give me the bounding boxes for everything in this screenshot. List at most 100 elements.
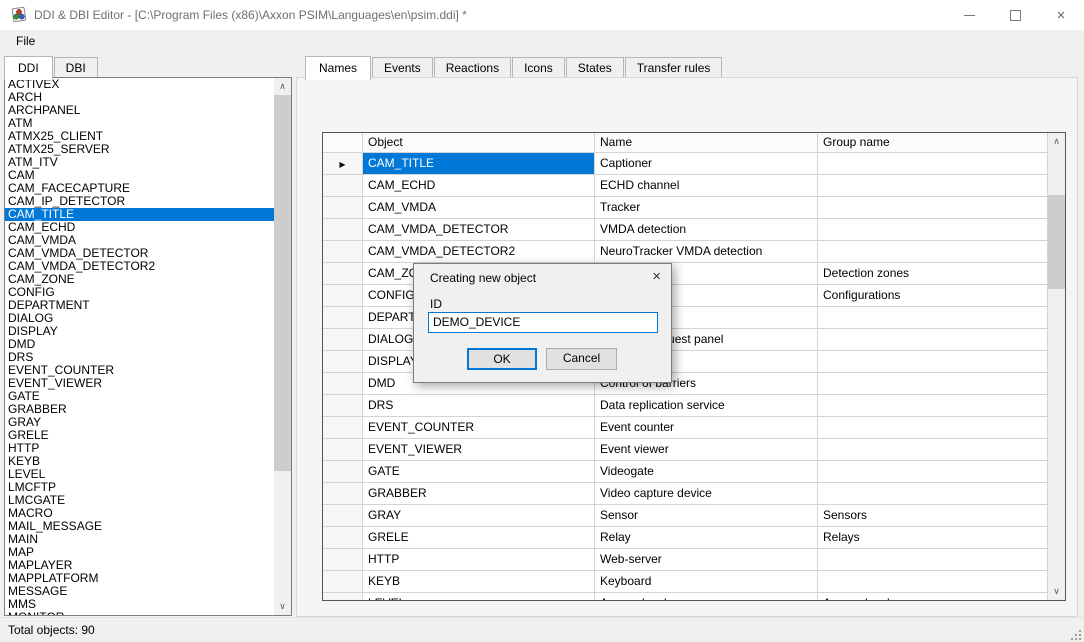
list-item[interactable]: ATM_ITV (5, 156, 291, 169)
tab-names[interactable]: Names (305, 56, 371, 80)
cell-name[interactable]: Relay (595, 527, 818, 549)
row-header[interactable] (323, 395, 363, 417)
menu-file[interactable]: File (0, 30, 44, 52)
list-item[interactable]: ARCHPANEL (5, 104, 291, 117)
row-header[interactable] (323, 439, 363, 461)
cell-name[interactable]: Access level (595, 593, 818, 600)
row-header[interactable] (323, 219, 363, 241)
list-item[interactable]: HTTP (5, 442, 291, 455)
grid-scrollbar-thumb[interactable] (1048, 195, 1065, 289)
list-item[interactable]: EVENT_VIEWER (5, 377, 291, 390)
cell-group[interactable] (818, 439, 1048, 461)
row-header[interactable]: ▶ (323, 153, 363, 175)
list-item[interactable]: KEYB (5, 455, 291, 468)
close-button[interactable]: × (1038, 0, 1084, 30)
cell-name[interactable]: Web-server (595, 549, 818, 571)
maximize-button[interactable] (992, 0, 1038, 30)
scroll-down-icon[interactable]: ∨ (1048, 583, 1065, 600)
row-header[interactable] (323, 373, 363, 395)
tab-transfer-rules[interactable]: Transfer rules (625, 57, 723, 78)
cell-group[interactable] (818, 351, 1048, 373)
table-row[interactable]: GATEVideogate (323, 461, 1048, 483)
row-header[interactable] (323, 263, 363, 285)
tab-states[interactable]: States (566, 57, 624, 78)
cancel-button[interactable]: Cancel (546, 348, 617, 370)
cell-group[interactable]: Access levels (818, 593, 1048, 600)
row-header[interactable] (323, 505, 363, 527)
cell-object[interactable]: DRS (363, 395, 595, 417)
table-row[interactable]: GRABBERVideo capture device (323, 483, 1048, 505)
cell-object[interactable]: GRELE (363, 527, 595, 549)
cell-group[interactable]: Relays (818, 527, 1048, 549)
table-row[interactable]: CAM_VMDA_DETECTOR2NeuroTracker VMDA dete… (323, 241, 1048, 263)
object-list[interactable]: ACTIVEXARCHARCHPANELATMATMX25_CLIENTATMX… (4, 77, 292, 616)
cell-group[interactable] (818, 329, 1048, 351)
list-scrollbar-thumb[interactable] (274, 95, 291, 471)
row-header[interactable] (323, 549, 363, 571)
cell-object[interactable]: EVENT_COUNTER (363, 417, 595, 439)
cell-group[interactable] (818, 373, 1048, 395)
list-item[interactable]: GRABBER (5, 403, 291, 416)
row-header[interactable] (323, 285, 363, 307)
row-header[interactable] (323, 197, 363, 219)
cell-object[interactable]: CAM_ECHD (363, 175, 595, 197)
cell-group[interactable] (818, 417, 1048, 439)
cell-name[interactable]: Event viewer (595, 439, 818, 461)
cell-group[interactable]: Configurations (818, 285, 1048, 307)
scroll-up-icon[interactable]: ∧ (1048, 133, 1065, 150)
cell-group[interactable] (818, 175, 1048, 197)
table-row[interactable]: HTTPWeb-server (323, 549, 1048, 571)
cell-group[interactable]: Detection zones (818, 263, 1048, 285)
row-header[interactable] (323, 175, 363, 197)
cell-name[interactable]: Captioner (595, 153, 818, 175)
cell-name[interactable]: Videogate (595, 461, 818, 483)
cell-object[interactable]: CAM_TITLE (363, 153, 595, 175)
table-row[interactable]: EVENT_COUNTEREvent counter (323, 417, 1048, 439)
list-item[interactable]: MAIN (5, 533, 291, 546)
tab-events[interactable]: Events (372, 57, 433, 78)
list-scrollbar[interactable]: ∧ ∨ (274, 78, 291, 615)
cell-name[interactable]: NeuroTracker VMDA detection (595, 241, 818, 263)
table-row[interactable]: DRSData replication service (323, 395, 1048, 417)
resize-grip-icon[interactable] (1071, 630, 1081, 640)
list-item[interactable]: DMD (5, 338, 291, 351)
cell-group[interactable] (818, 483, 1048, 505)
table-row[interactable]: CAM_VMDATracker (323, 197, 1048, 219)
table-row[interactable]: GRAYSensorSensors (323, 505, 1048, 527)
cell-object[interactable]: CAM_VMDA_DETECTOR (363, 219, 595, 241)
row-header[interactable] (323, 593, 363, 600)
row-header[interactable] (323, 241, 363, 263)
cell-name[interactable]: Event counter (595, 417, 818, 439)
cell-object[interactable]: EVENT_VIEWER (363, 439, 595, 461)
cell-group[interactable] (818, 241, 1048, 263)
list-item[interactable]: MONITOR (5, 611, 291, 616)
list-item[interactable]: GRELE (5, 429, 291, 442)
tab-dbi[interactable]: DBI (54, 57, 98, 78)
table-row[interactable]: KEYBKeyboard (323, 571, 1048, 593)
grid-scrollbar[interactable]: ∧ ∨ (1048, 133, 1065, 600)
column-header[interactable]: Name (595, 133, 818, 153)
cell-object[interactable]: GRABBER (363, 483, 595, 505)
cell-group[interactable]: Sensors (818, 505, 1048, 527)
cell-group[interactable] (818, 197, 1048, 219)
cell-group[interactable] (818, 571, 1048, 593)
row-header[interactable] (323, 527, 363, 549)
cell-object[interactable]: CAM_VMDA_DETECTOR2 (363, 241, 595, 263)
scroll-down-icon[interactable]: ∨ (274, 598, 291, 615)
column-header[interactable]: Group name (818, 133, 1048, 153)
cell-object[interactable]: CAM_VMDA (363, 197, 595, 219)
cell-object[interactable]: HTTP (363, 549, 595, 571)
cell-group[interactable] (818, 153, 1048, 175)
cell-name[interactable]: Tracker (595, 197, 818, 219)
table-row[interactable]: CAM_ECHDECHD channel (323, 175, 1048, 197)
table-row[interactable]: ▶CAM_TITLECaptioner (323, 153, 1048, 175)
cell-object[interactable]: GRAY (363, 505, 595, 527)
cell-group[interactable] (818, 395, 1048, 417)
list-item[interactable]: MAIL_MESSAGE (5, 520, 291, 533)
table-row[interactable]: CAM_VMDA_DETECTORVMDA detection (323, 219, 1048, 241)
cell-group[interactable] (818, 549, 1048, 571)
dialog-close-button[interactable]: × (652, 268, 661, 285)
tab-icons[interactable]: Icons (512, 57, 565, 78)
cell-object[interactable]: KEYB (363, 571, 595, 593)
cell-name[interactable]: Sensor (595, 505, 818, 527)
